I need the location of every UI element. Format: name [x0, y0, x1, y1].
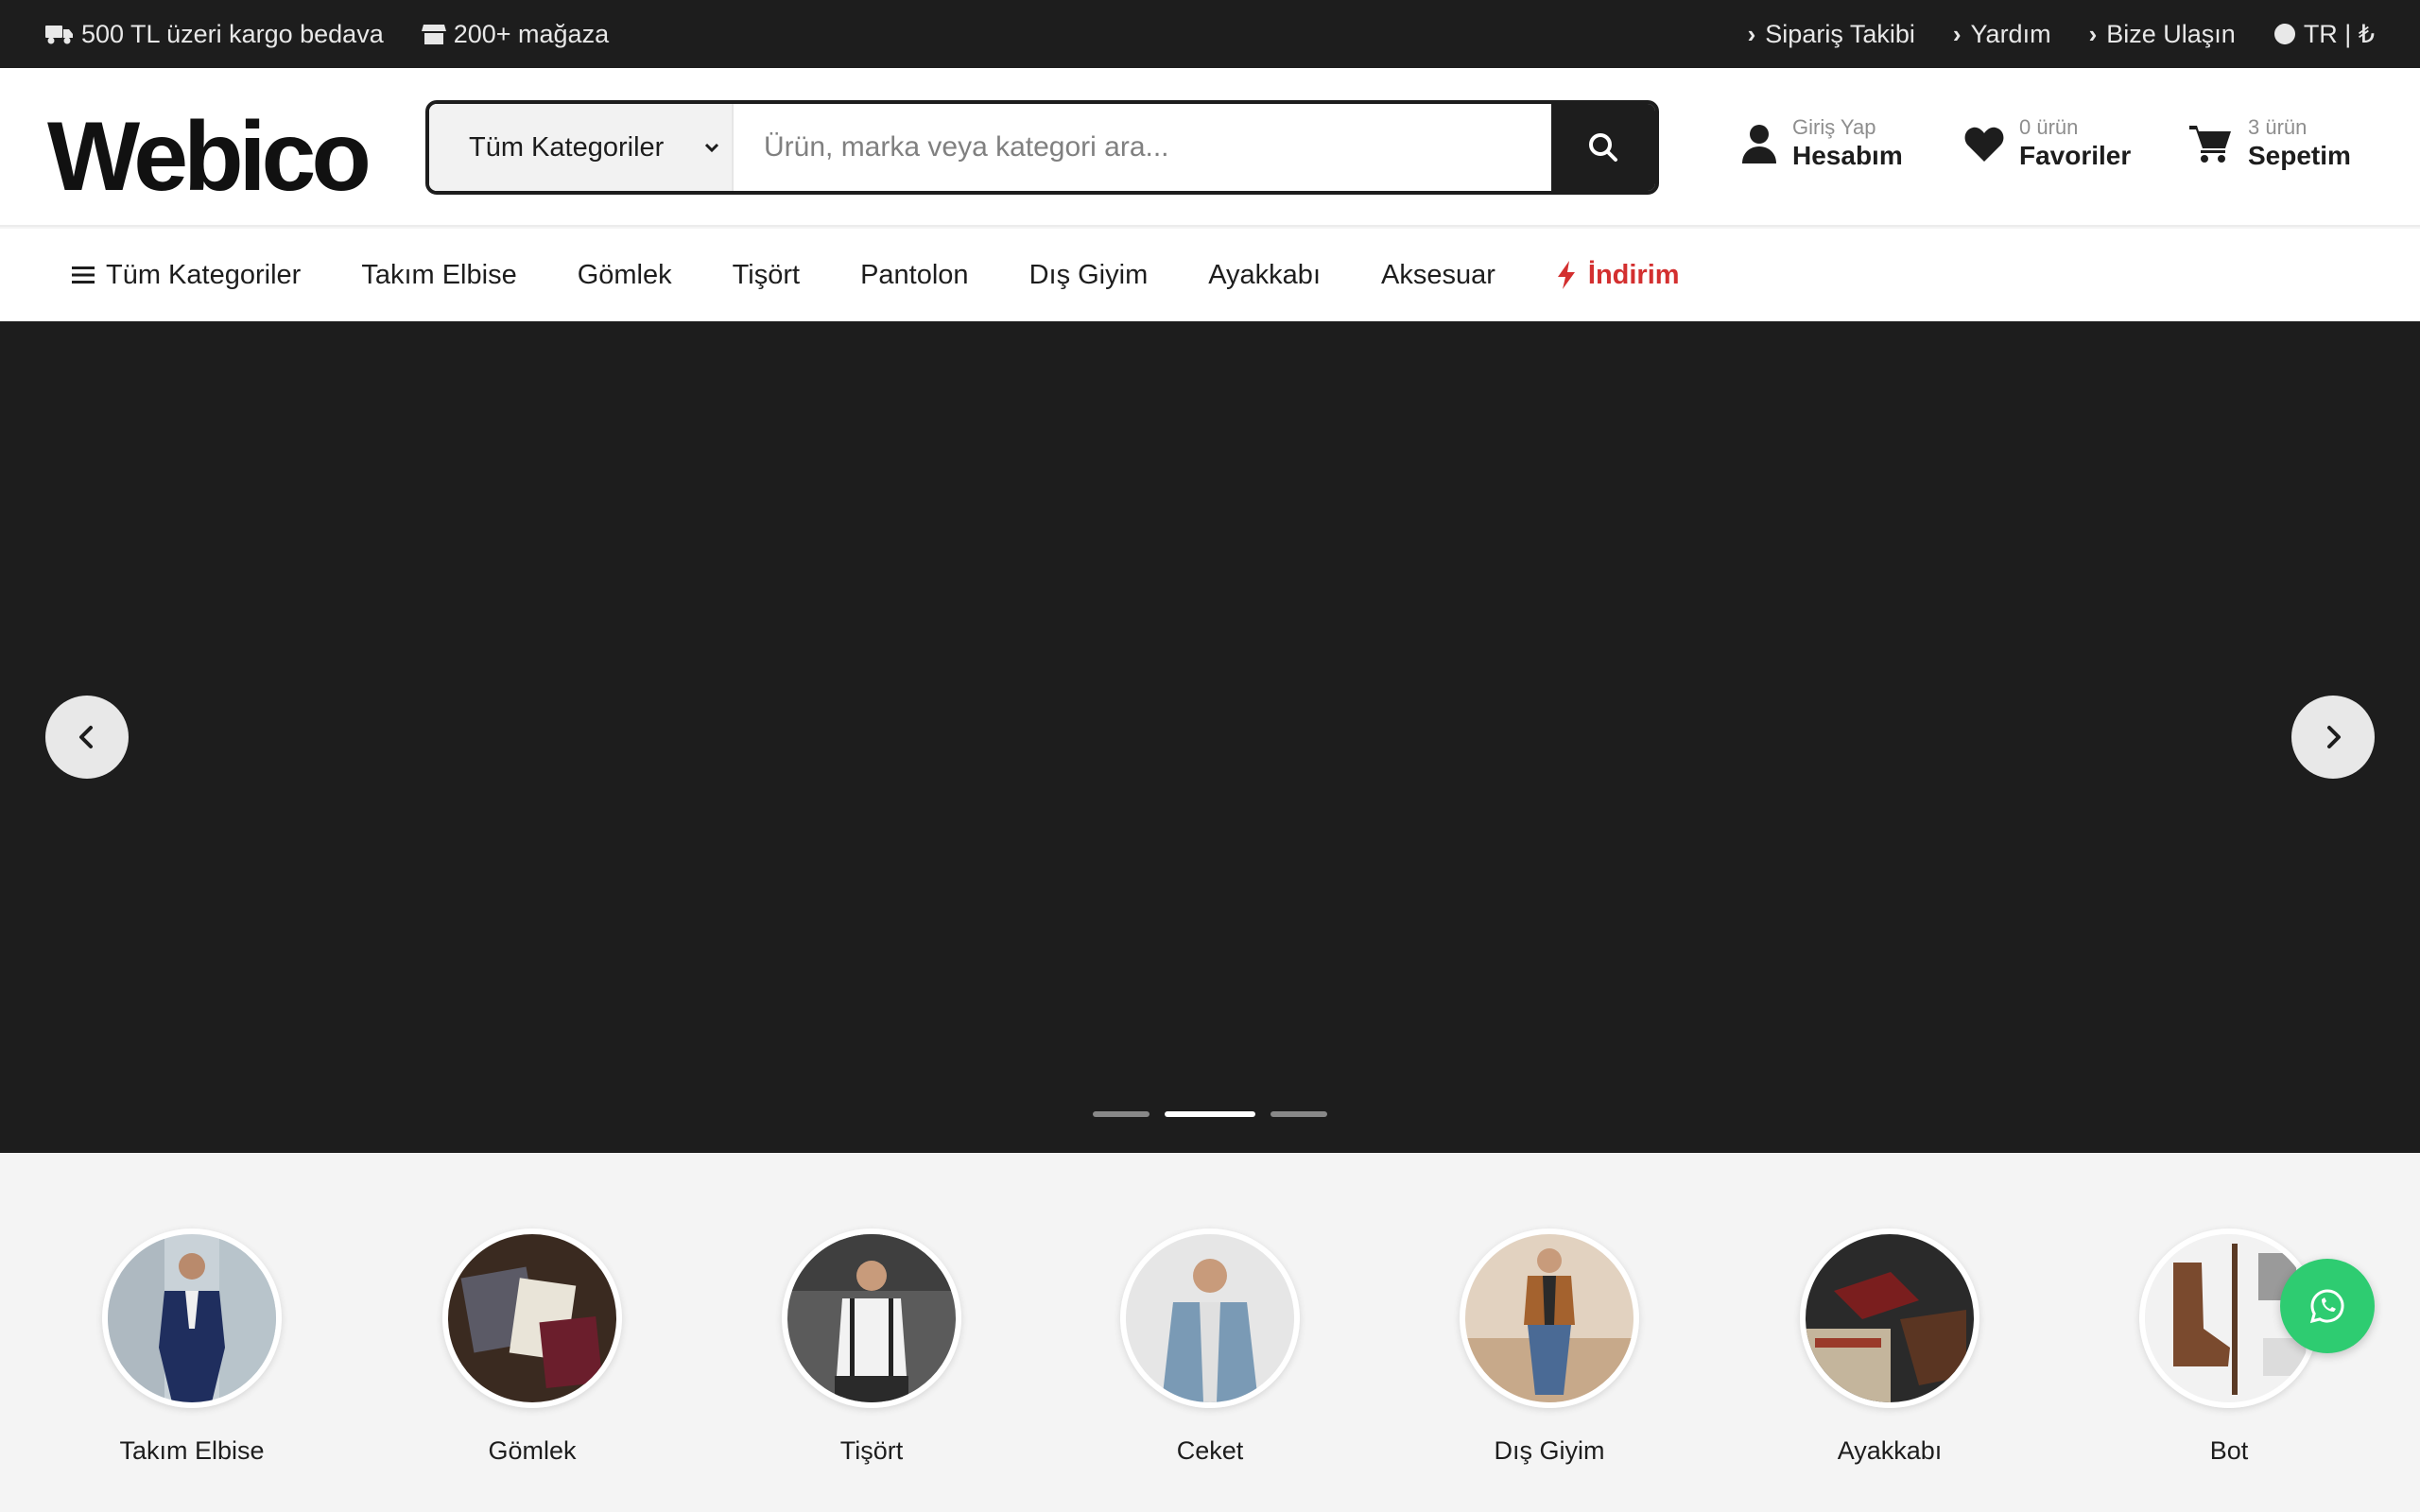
chevron-down-icon: [704, 143, 719, 153]
slider-dot-2[interactable]: [1165, 1111, 1255, 1117]
nav-all-categories[interactable]: Tüm Kategoriler: [72, 260, 301, 291]
favorites-label: Favoriler: [2019, 141, 2132, 171]
slider-prev-button[interactable]: [45, 696, 129, 779]
site-logo[interactable]: Webico: [47, 108, 372, 206]
store-icon: [421, 25, 446, 44]
whatsapp-button[interactable]: [2280, 1259, 2375, 1353]
whatsapp-icon: [2309, 1289, 2344, 1324]
tshirt-photo: [782, 1228, 961, 1408]
account-label: Hesabım: [1792, 141, 1903, 171]
top-bar: 500 TL üzeri kargo bedava 200+ mağaza › S…: [0, 0, 2420, 68]
order-tracking-link[interactable]: › Sipariş Takibi: [1748, 20, 1915, 49]
contact-label: Bize Ulaşın: [2106, 19, 2236, 48]
chevron-right-icon: ›: [1747, 19, 1756, 48]
free-shipping-info: 500 TL üzeri kargo bedava: [45, 20, 384, 49]
search-category-select[interactable]: Tüm Kategoriler: [429, 104, 734, 191]
category-label: Dış Giyim: [1494, 1436, 1605, 1465]
suit-photo: [102, 1228, 282, 1408]
cart-button[interactable]: 3 ürün Sepetim: [2189, 115, 2351, 172]
nav-item-sale[interactable]: İndirim: [1556, 260, 1680, 291]
search-button[interactable]: [1551, 104, 1655, 191]
chevron-left-icon: [79, 726, 93, 748]
category-item-dis-giyim[interactable]: Dış Giyim: [1445, 1228, 1653, 1466]
search-category-label: Tüm Kategoriler: [469, 131, 665, 163]
store-count-info: 200+ mağaza: [421, 19, 610, 49]
help-label: Yardım: [1970, 19, 2051, 48]
account-button[interactable]: Giriş Yap Hesabım: [1741, 115, 1903, 172]
search-bar: Tüm Kategoriler: [425, 100, 1659, 195]
nav-sale-label: İndirim: [1587, 259, 1680, 290]
chevron-right-icon: [2327, 726, 2341, 748]
slider-dots: [0, 1111, 2420, 1117]
free-shipping-text: 500 TL üzeri kargo bedava: [81, 19, 384, 48]
category-item-ceket[interactable]: Ceket: [1106, 1228, 1314, 1466]
category-label: Tişört: [839, 1436, 904, 1465]
favorites-count: 0 ürün: [2019, 115, 2079, 139]
category-label: Ceket: [1176, 1436, 1244, 1465]
jacket-photo: [1120, 1228, 1300, 1408]
account-sub-label: Giriş Yap: [1792, 115, 1876, 139]
store-count-text: 200+ mağaza: [453, 19, 610, 48]
heart-icon: [1964, 127, 2004, 162]
cart-icon: [2189, 125, 2231, 163]
category-item-takim-elbise[interactable]: Takım Elbise: [88, 1228, 296, 1466]
outerwear-photo: [1460, 1228, 1639, 1408]
chevron-right-icon: ›: [1952, 19, 1962, 48]
search-icon: [1589, 133, 1617, 162]
cart-count: 3 ürün: [2248, 115, 2308, 139]
shoes-photo: [1800, 1228, 1979, 1408]
locale-label: TR | ₺: [2303, 19, 2375, 48]
cart-label: Sepetim: [2248, 141, 2351, 171]
header: Webico Tüm Kategoriler Giriş Yap Hesabım…: [0, 68, 2420, 227]
slider-dot-3[interactable]: [1270, 1111, 1327, 1117]
locale-selector[interactable]: TR | ₺: [2273, 20, 2375, 49]
menu-icon: [72, 266, 95, 284]
category-label: Bot: [2209, 1436, 2249, 1465]
category-item-tisort[interactable]: Tişört: [768, 1228, 976, 1466]
category-carousel: Takım Elbise Gömlek Tişört Ceket Dış Giy…: [0, 1153, 2420, 1512]
globe-icon: [2273, 24, 2295, 44]
slider-next-button[interactable]: [2291, 696, 2375, 779]
help-link[interactable]: › Yardım: [1953, 20, 2051, 49]
truck-icon: [45, 26, 73, 44]
favorites-button[interactable]: 0 ürün Favoriler: [1964, 115, 2131, 172]
category-label: Ayakkabı: [1837, 1436, 1943, 1465]
category-item-bot[interactable]: Bot: [2125, 1228, 2333, 1466]
nav-item-gomlek[interactable]: Gömlek: [578, 260, 672, 291]
nav-item-ayakkabi[interactable]: Ayakkabı: [1208, 260, 1321, 291]
user-icon: [1742, 124, 1776, 163]
category-label: Gömlek: [488, 1436, 577, 1465]
nav-all-categories-label: Tüm Kategoriler: [106, 259, 302, 290]
contact-link[interactable]: › Bize Ulaşın: [2089, 20, 2236, 49]
category-label: Takım Elbise: [119, 1436, 265, 1465]
lightning-icon: [1557, 261, 1575, 289]
nav-item-takim-elbise[interactable]: Takım Elbise: [361, 260, 516, 291]
category-item-gomlek[interactable]: Gömlek: [428, 1228, 636, 1466]
category-item-ayakkabi[interactable]: Ayakkabı: [1786, 1228, 1994, 1466]
search-input[interactable]: [734, 104, 1551, 191]
shirts-photo: [442, 1228, 622, 1408]
nav-item-dis-giyim[interactable]: Dış Giyim: [1029, 260, 1149, 291]
chevron-right-icon: ›: [2088, 19, 2098, 48]
main-nav: Tüm Kategoriler Takım Elbise Gömlek Tişö…: [0, 229, 2420, 321]
hero-slider: [0, 321, 2420, 1153]
nav-item-aksesuar[interactable]: Aksesuar: [1381, 260, 1495, 291]
slider-dot-1[interactable]: [1093, 1111, 1150, 1117]
nav-item-tisort[interactable]: Tişört: [733, 260, 800, 291]
nav-item-pantolon[interactable]: Pantolon: [860, 260, 969, 291]
order-tracking-label: Sipariş Takibi: [1765, 19, 1915, 48]
